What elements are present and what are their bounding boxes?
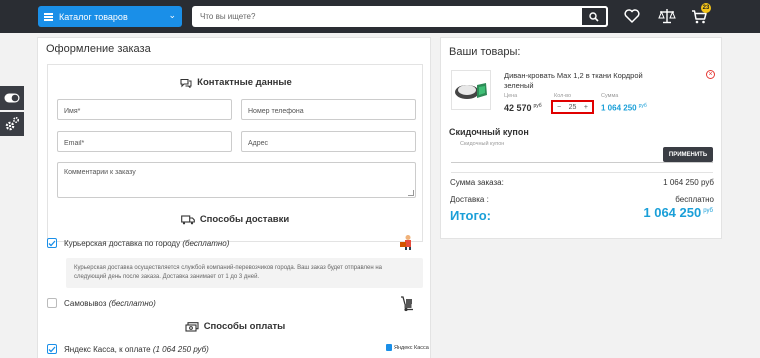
comment-field-wrap xyxy=(57,162,416,198)
settings-button[interactable] xyxy=(0,112,24,136)
price-label: Цена xyxy=(504,93,518,99)
coupon-placeholder: Скидочный купон xyxy=(460,141,505,147)
email-field-wrap xyxy=(57,131,232,153)
delivery-cost-label: Доставка : xyxy=(450,195,489,204)
cart-button[interactable]: 23 xyxy=(689,3,711,26)
yandex-kassa-logo: Яндекс Касса xyxy=(386,344,429,351)
order-form-panel: Оформление заказа Контактные данные Спос… xyxy=(37,37,431,358)
toggle-icon xyxy=(4,93,20,103)
delivery-heading: Способы доставки xyxy=(38,214,432,225)
item-sum: 1 064 250 руб xyxy=(601,103,647,113)
order-title: Оформление заказа xyxy=(46,43,151,55)
search-button[interactable] xyxy=(580,6,608,27)
delivery-row: Доставка : бесплатно xyxy=(450,195,714,204)
contact-heading: Контактные данные xyxy=(48,77,424,88)
product-name[interactable]: Диван-кровать Max 1,2 в ткани Кордрой зе… xyxy=(504,71,644,91)
qty-decrease-button[interactable]: − xyxy=(557,104,561,111)
yandex-kassa-note: (1 064 250 руб) xyxy=(152,345,209,354)
hand-truck-icon xyxy=(401,296,413,312)
comment-field[interactable] xyxy=(58,163,415,197)
compare-button[interactable] xyxy=(657,6,677,26)
theme-toggle-button[interactable] xyxy=(0,86,24,110)
cart-title: Ваши товары: xyxy=(449,46,521,58)
address-field[interactable] xyxy=(242,134,415,153)
heart-icon xyxy=(624,9,640,23)
pickup-checkbox[interactable] xyxy=(47,298,57,308)
yandex-kassa-checkbox[interactable] xyxy=(47,344,57,354)
order-sum-row: Сумма заказа: 1 064 250 руб xyxy=(450,178,714,187)
yandex-kassa-logo-icon xyxy=(386,344,392,351)
coupon-title: Скидочный купон xyxy=(449,127,529,137)
cart-count-badge: 23 xyxy=(701,3,711,13)
qty-label: Кол-во xyxy=(554,93,572,99)
courier-checkbox[interactable] xyxy=(47,238,57,248)
name-field-wrap xyxy=(57,99,232,121)
phone-field-wrap xyxy=(241,99,416,121)
chat-icon xyxy=(180,78,192,88)
courier-label: Курьерская доставка по городу xyxy=(64,239,181,248)
courier-person-icon xyxy=(400,235,411,250)
divider xyxy=(451,172,713,173)
contact-heading-text: Контактные данные xyxy=(197,77,292,88)
order-sum-label: Сумма заказа: xyxy=(450,178,504,187)
truck-icon xyxy=(180,214,195,224)
order-sum-value: 1 064 250 руб xyxy=(663,178,714,187)
qty-increase-button[interactable]: + xyxy=(584,104,588,111)
delivery-cost-value: бесплатно xyxy=(675,195,714,204)
item-price-unit: руб xyxy=(533,103,542,109)
scales-icon xyxy=(658,9,676,24)
search-icon xyxy=(589,11,599,22)
courier-note: (бесплатно) xyxy=(182,239,230,248)
apply-coupon-button[interactable]: ПРИМЕНИТЬ xyxy=(663,147,713,162)
qty-value[interactable]: 25 xyxy=(569,104,577,111)
item-sum-value: 1 064 250 xyxy=(601,103,637,113)
coupon-field[interactable]: Скидочный купон ПРИМЕНИТЬ xyxy=(451,139,713,163)
pickup-note: (бесплатно) xyxy=(108,299,156,308)
total-value: 1 064 250 руб xyxy=(643,205,713,220)
phone-field[interactable] xyxy=(242,102,415,121)
top-header: Каталог товаров ⌄ 23 xyxy=(0,0,760,33)
quantity-stepper: − 25 + xyxy=(551,100,594,114)
product-image[interactable] xyxy=(451,70,491,110)
catalog-button[interactable]: Каталог товаров ⌄ xyxy=(38,6,182,27)
catalog-label: Каталог товаров xyxy=(59,11,128,22)
payment-heading-text: Способы оплаты xyxy=(203,321,286,332)
check-icon xyxy=(48,240,56,246)
chevron-down-icon: ⌄ xyxy=(168,10,176,20)
total-label: Итого: xyxy=(450,208,491,223)
name-field[interactable] xyxy=(58,102,231,121)
resize-handle[interactable] xyxy=(408,190,414,196)
remove-item-button[interactable]: × xyxy=(706,70,715,79)
pickup-option[interactable]: Самовывоз (бесплатно) xyxy=(64,299,156,308)
check-icon xyxy=(48,346,56,352)
item-price: 42 570 руб xyxy=(504,103,542,113)
search-input[interactable] xyxy=(192,6,572,27)
cart-panel: Ваши товары: Диван-кровать Max 1,2 в тка… xyxy=(440,37,722,239)
email-field[interactable] xyxy=(58,134,231,153)
delivery-info: Курьерская доставка осуществляется служб… xyxy=(66,258,423,288)
total-amount: 1 064 250 xyxy=(643,205,702,220)
sofa-image xyxy=(455,83,487,99)
gear-icon xyxy=(5,116,20,131)
total-unit: руб xyxy=(703,207,713,214)
item-sum-unit: руб xyxy=(638,103,647,109)
search-bar xyxy=(192,6,608,27)
address-field-wrap xyxy=(241,131,416,153)
payment-heading: Способы оплаты xyxy=(38,321,432,332)
yandex-kassa-option[interactable]: Яндекс Касса, к оплате (1 064 250 руб) xyxy=(64,345,209,354)
courier-option[interactable]: Курьерская доставка по городу (бесплатно… xyxy=(64,239,229,248)
yandex-kassa-logo-text: Яндекс Касса xyxy=(394,344,429,351)
favorites-button[interactable] xyxy=(622,6,642,26)
money-icon xyxy=(185,321,199,332)
pickup-label: Самовывоз xyxy=(64,299,107,308)
sum-label: Сумма xyxy=(601,93,619,99)
item-price-value: 42 570 xyxy=(504,103,532,113)
menu-icon xyxy=(44,12,53,21)
delivery-heading-text: Способы доставки xyxy=(199,214,290,225)
yandex-kassa-label: Яндекс Касса, к оплате xyxy=(64,345,151,354)
